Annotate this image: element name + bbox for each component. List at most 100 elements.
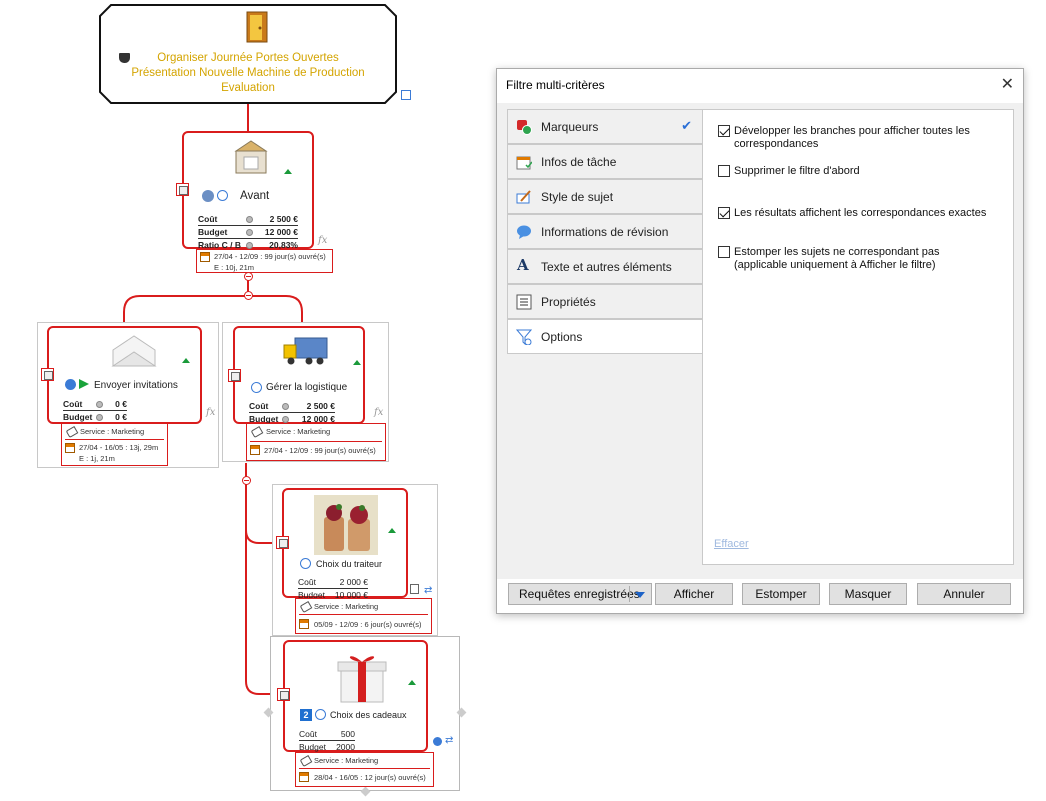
task-cycle-icon <box>300 558 311 569</box>
info-icon[interactable] <box>433 737 442 746</box>
task-dates: 27/04 - 12/09 : 99 jour(s) ouvré(s) <box>214 252 326 261</box>
option-exact-matches[interactable]: Les résultats affichent les correspondan… <box>718 207 988 220</box>
central-topic-line-1: Organiser Journée Portes Ouvertes <box>157 52 339 64</box>
prop-value: 2 500 € <box>269 214 298 224</box>
collapse-toggle[interactable] <box>244 291 253 300</box>
nav-item-proprietes[interactable]: Propriétés <box>507 284 703 319</box>
formula-icon: fx <box>318 235 328 246</box>
prop-key: Coût <box>63 399 83 409</box>
nav-label: Infos de tâche <box>541 155 617 169</box>
afficher-button[interactable]: Afficher <box>655 583 733 605</box>
option-label: Estomper les sujets ne correspondant pas… <box>734 246 940 271</box>
envelope-icon <box>111 335 157 367</box>
priority-up-icon <box>353 360 361 365</box>
collapse-toggle[interactable] <box>242 476 251 485</box>
calendar-icon <box>250 445 260 456</box>
checkbox[interactable] <box>718 165 730 177</box>
option-expand-branches[interactable]: Développer les branches pour afficher to… <box>718 125 988 151</box>
notes-icon[interactable] <box>277 688 290 701</box>
notes-icon[interactable] <box>41 368 54 381</box>
prop-key: Budget <box>63 412 93 422</box>
topic-label: Envoyer invitations <box>94 380 178 391</box>
prop-key: Coût <box>249 401 269 411</box>
topic-choix-cadeaux[interactable]: 2 Choix des cadeaux Coût 500 Budget 2000 <box>283 640 428 752</box>
tag-icon <box>65 426 79 438</box>
sync-icon[interactable]: ⇄ <box>424 585 432 596</box>
nav-item-texte-elements[interactable]: A Texte et autres éléments <box>507 249 703 284</box>
formula-icon: fx <box>206 407 216 418</box>
nav-item-marqueurs[interactable]: Marqueurs ✔ <box>507 109 703 144</box>
filter-dialog: Filtre multi-critères ✕ Marqueurs ✔ Info… <box>496 68 1024 614</box>
nav-item-options[interactable]: Options <box>507 319 703 354</box>
tag-icon <box>250 426 264 438</box>
divider <box>299 768 430 769</box>
topic-choix-traiteur[interactable]: Choix du traiteur Coût 2 000 € Budget 10 0… <box>282 488 408 600</box>
annuler-button[interactable]: Annuler <box>917 583 1011 605</box>
task-info-box: Service : Marketing 27/04 - 12/09 : 99 j… <box>246 423 386 461</box>
prop-value: 500 <box>340 729 355 739</box>
divider <box>299 614 428 615</box>
topic-gerer-logistique[interactable]: Gérer la logistique Coût 2 500 € Budget 12… <box>233 326 365 424</box>
edit-note-icon[interactable] <box>410 584 419 594</box>
clear-link[interactable]: Effacer <box>714 538 749 550</box>
task-cycle-icon <box>217 190 228 201</box>
nav-item-informations-revision[interactable]: Informations de révision <box>507 214 703 249</box>
estomper-button[interactable]: Estomper <box>742 583 820 605</box>
sync-icon[interactable]: ⇄ <box>445 735 453 746</box>
prop-key: Budget <box>299 742 326 752</box>
option-label: Les résultats affichent les correspondan… <box>734 207 987 219</box>
masquer-button[interactable]: Masquer <box>829 583 907 605</box>
topic-avant[interactable]: Avant Coût 2 500 € Budget 12 000 € Ratio C… <box>182 131 314 251</box>
topic-label: Choix des cadeaux <box>330 710 407 720</box>
task-info-box: Service : Marketing 27/04 - 16/05 : 13j,… <box>61 423 168 466</box>
prop-value: 2 500 € <box>306 401 335 411</box>
package-icon <box>234 140 268 174</box>
topic-properties: Coût 2 500 € Budget 12 000 € Ratio C / B 20… <box>198 213 298 251</box>
saved-queries-button[interactable]: Requêtes enregistrées <box>508 583 652 605</box>
central-topic-line-3: Evaluation <box>221 82 275 94</box>
link-icon[interactable] <box>401 90 411 100</box>
filter-options-icon <box>516 329 532 345</box>
priority-up-icon <box>408 680 416 685</box>
service-label: Service : Marketing <box>314 602 379 611</box>
close-icon[interactable]: ✕ <box>1001 74 1014 94</box>
task-cycle-icon <box>315 709 326 720</box>
topic-properties: Coût 2 500 € Budget 12 000 € <box>249 400 335 425</box>
topic-style-icon <box>516 190 531 204</box>
truck-icon <box>283 337 328 365</box>
priority-icon: 2 <box>300 709 312 721</box>
task-dates: 27/04 - 16/05 : 13j, 29m <box>79 443 159 452</box>
nav-item-style-sujet[interactable]: Style de sujet <box>507 179 703 214</box>
prop-value: 2 000 € <box>339 577 368 587</box>
review-info-icon <box>517 225 531 239</box>
text-icon: A <box>517 256 529 274</box>
properties-icon <box>516 294 532 310</box>
prop-key: Coût <box>299 729 317 739</box>
calendar-icon <box>299 619 309 630</box>
service-label: Service : Marketing <box>314 756 379 765</box>
flag-icon <box>79 379 89 389</box>
notes-icon[interactable] <box>276 536 289 549</box>
option-dim-non-matching[interactable]: Estomper les sujets ne correspondant pas… <box>718 246 988 272</box>
task-info-box: Service : Marketing 28/04 - 16/05 : 12 j… <box>295 752 434 787</box>
nav-label: Options <box>541 330 583 344</box>
checkbox[interactable] <box>718 246 730 258</box>
topic-properties: Coût 0 € Budget 0 € <box>63 398 127 423</box>
central-topic[interactable]: Organiser Journée Portes Ouvertes Présen… <box>99 4 411 104</box>
topic-envoyer-invitations[interactable]: Envoyer invitations Coût 0 € Budget 0 € <box>47 326 202 424</box>
collapse-toggle[interactable] <box>244 272 253 281</box>
notes-icon[interactable] <box>228 369 241 382</box>
notes-icon[interactable] <box>176 183 189 196</box>
option-remove-filter-first[interactable]: Supprimer le filtre d'abord <box>718 165 988 178</box>
tag-icon <box>299 755 313 767</box>
nav-item-infos-tache[interactable]: Infos de tâche <box>507 144 703 179</box>
prop-value: 0 € <box>115 412 127 422</box>
topic-properties: Coût 500 Budget 2000 <box>299 728 355 753</box>
task-dates: 05/09 - 12/09 : 6 jour(s) ouvré(s) <box>314 620 422 629</box>
task-dates: 28/04 - 16/05 : 12 jour(s) ouvré(s) <box>314 773 426 782</box>
topic-label: Gérer la logistique <box>266 382 348 393</box>
topic-label: Avant <box>240 190 270 202</box>
checkbox[interactable] <box>718 125 730 137</box>
checkbox[interactable] <box>718 207 730 219</box>
dropdown-arrow-icon[interactable] <box>635 592 645 598</box>
